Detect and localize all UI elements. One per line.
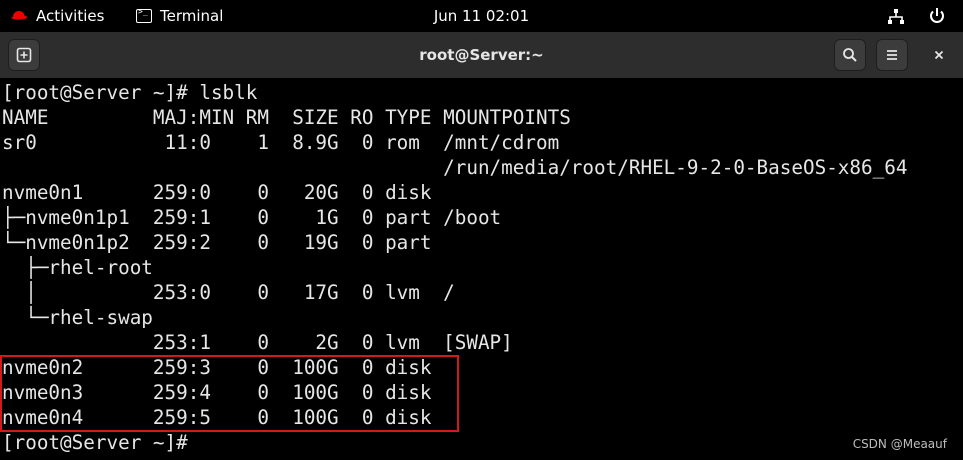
activities-button[interactable]: Activities (10, 0, 104, 32)
new-tab-icon (16, 47, 32, 63)
close-button[interactable] (923, 39, 955, 71)
terminal-line: nvme0n1 259:0 0 20G 0 disk (2, 181, 432, 204)
terminal-line: ├─rhel-root (2, 256, 153, 279)
terminal-line-highlighted: nvme0n3 259:4 0 100G 0 disk (2, 381, 432, 404)
network-icon[interactable] (887, 8, 905, 26)
activities-label: Activities (36, 7, 105, 25)
terminal-line: sr0 11:0 1 8.9G 0 rom /mnt/cdrom (2, 131, 560, 154)
window-title: root@Server:~ (419, 46, 544, 64)
app-menu-label: Terminal (160, 7, 224, 25)
watermark: CSDN @Meaauf (852, 437, 947, 451)
terminal-line: └─rhel-swap (2, 306, 153, 329)
menu-button[interactable] (876, 39, 908, 71)
terminal-line-prompt: [root@Server ~]# (2, 431, 200, 454)
window-header-bar: root@Server:~ (0, 32, 963, 78)
terminal-app-icon (136, 7, 152, 23)
redhat-logo-icon (11, 11, 28, 20)
hamburger-menu-icon (887, 50, 897, 60)
terminal-line-header: NAME MAJ:MIN RM SIZE RO TYPE MOUNTPOINTS (2, 106, 571, 129)
terminal-line: │ 253:0 0 17G 0 lvm / (2, 281, 455, 304)
terminal-line: 253:1 0 2G 0 lvm [SWAP] (2, 331, 513, 354)
terminal-line-highlighted: nvme0n4 259:5 0 100G 0 disk (2, 406, 432, 429)
close-icon (934, 50, 944, 60)
terminal-line-prompt: [root@Server ~]# lsblk (2, 81, 258, 104)
gnome-top-bar: Activities Terminal Jun 11 02:01 (0, 0, 963, 32)
terminal-line: /run/media/root/RHEL-9-2-0-BaseOS-x86_64 (2, 156, 908, 179)
terminal-line: └─nvme0n1p2 259:2 0 19G 0 part (2, 231, 432, 254)
app-menu-terminal[interactable]: Terminal (136, 0, 223, 32)
terminal-output[interactable]: [root@Server ~]# lsblk NAME MAJ:MIN RM S… (0, 78, 963, 460)
terminal-line: ├─nvme0n1p1 259:1 0 1G 0 part /boot (2, 206, 502, 229)
power-icon[interactable] (928, 7, 946, 25)
terminal-line-highlighted: nvme0n2 259:3 0 100G 0 disk (2, 356, 432, 379)
search-button[interactable] (834, 39, 866, 71)
search-icon (843, 48, 857, 62)
new-tab-button[interactable] (8, 39, 40, 71)
